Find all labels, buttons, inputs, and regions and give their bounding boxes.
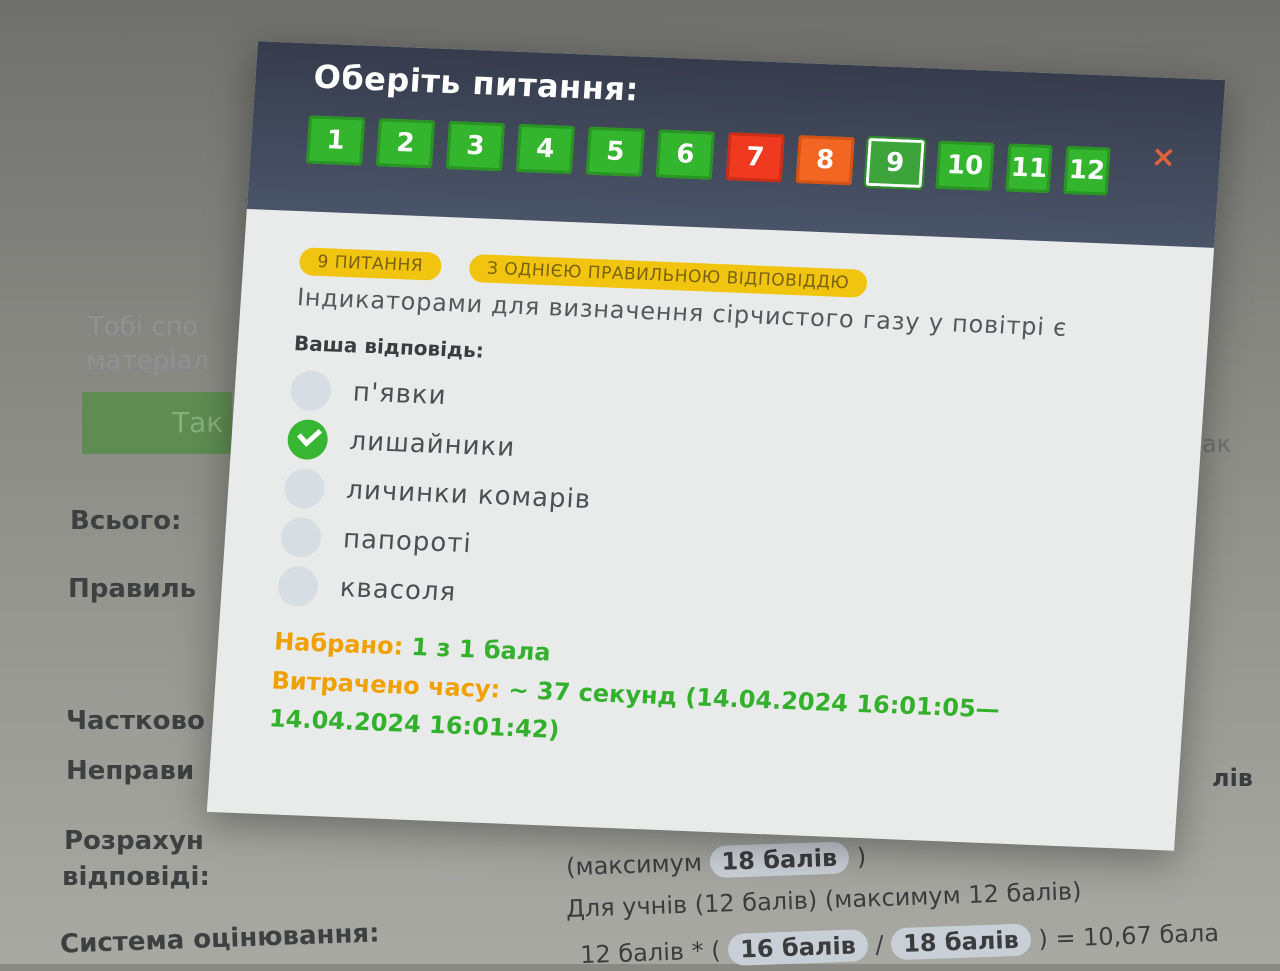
bg-total-label: Всього: xyxy=(70,506,182,536)
answer-option-text: п'явки xyxy=(351,376,448,411)
answer-option-text: личинки комарів xyxy=(345,474,593,515)
question-navigation: 1 2 3 4 5 6 7 8 9 10 11 12 xyxy=(305,115,1111,196)
radio-unchecked-icon xyxy=(279,516,323,558)
close-icon[interactable]: × xyxy=(1150,139,1177,175)
bg-formula-line: 12 балів * ( 16 балів / 18 балів ) = 10,… xyxy=(580,917,1220,971)
answer-options: п'явки лишайники личинки комарів папорот… xyxy=(276,365,1148,644)
question-button-4[interactable]: 4 xyxy=(515,123,575,174)
bg-right-fragment: лів xyxy=(1212,764,1253,792)
modal-title: Оберіть питання: xyxy=(312,57,641,109)
bg-calc-label: Розрахун xyxy=(64,826,204,856)
score-value: 1 з 1 бала xyxy=(410,632,552,667)
bg-calc-label-2: відповіді: xyxy=(62,862,210,892)
bg-right-fragment-2: ак xyxy=(1202,430,1232,458)
question-number-tag: 9 ПИТАННЯ xyxy=(298,247,442,281)
bg-faint-text-1: Тобі спо xyxy=(88,312,199,342)
modal-body: 9 ПИТАННЯ З ОДНІЄЮ ПРАВИЛЬНОЮ ВІДПОВІДДЮ… xyxy=(212,209,1214,774)
bg-faint-text-2: матеріал xyxy=(86,346,209,376)
bg-max-suffix: ) xyxy=(856,842,867,872)
bg-max-line: (максимум 18 балів ) xyxy=(566,841,867,883)
bg-max-prefix: (максимум xyxy=(565,848,703,882)
question-button-9[interactable]: 9 xyxy=(863,135,927,191)
radio-unchecked-icon xyxy=(289,369,333,411)
question-button-6[interactable]: 6 xyxy=(655,129,715,180)
bg-system-label: Система оцінювання: xyxy=(59,918,381,960)
bg-partial-label: Частково xyxy=(66,706,205,736)
answer-option-text: квасоля xyxy=(338,572,458,608)
answer-option-text: папороті xyxy=(342,523,473,559)
time-spent-value: ~ 37 секунд (14.04.2024 16:01:05— xyxy=(507,675,1001,724)
question-button-3[interactable]: 3 xyxy=(445,121,506,172)
checkmark-icon xyxy=(286,418,330,460)
bg-students-line: Для учнів (12 балів) (максимум 12 балів) xyxy=(565,877,1082,923)
radio-unchecked-icon xyxy=(283,467,326,509)
question-review-modal: Оберіть питання: × 1 2 3 4 5 6 7 8 9 10 … xyxy=(206,41,1226,851)
question-button-10[interactable]: 10 xyxy=(935,140,995,191)
question-button-2[interactable]: 2 xyxy=(375,118,436,169)
bg-formula-result: ) = 10,67 бала xyxy=(1037,918,1220,954)
answer-option-text: лишайники xyxy=(348,425,517,463)
bg-wrong-label: Неправи xyxy=(66,756,195,786)
question-button-5[interactable]: 5 xyxy=(585,126,645,177)
time-spent-value-end: 14.04.2024 16:01:42) xyxy=(268,704,561,744)
question-button-8[interactable]: 8 xyxy=(795,135,855,186)
bg-correct-label: Правиль xyxy=(68,574,197,604)
question-button-11[interactable]: 11 xyxy=(1005,143,1053,194)
bg-yes-button[interactable]: Так xyxy=(82,392,232,454)
bg-max-value-badge: 18 балів xyxy=(708,841,850,879)
bg-formula-a-badge: 16 балів xyxy=(727,929,869,966)
score-label: Набрано: xyxy=(273,627,405,661)
question-type-tag: З ОДНІЄЮ ПРАВИЛЬНОЮ ВІДПОВІДДЮ xyxy=(468,253,869,298)
time-spent-label: Витрачено часу: xyxy=(270,666,502,704)
question-button-7[interactable]: 7 xyxy=(725,132,785,183)
question-button-12[interactable]: 12 xyxy=(1063,145,1111,196)
bg-formula-separator: / xyxy=(874,930,885,959)
radio-unchecked-icon xyxy=(276,565,320,607)
question-button-1[interactable]: 1 xyxy=(305,115,366,166)
bg-formula-b-badge: 18 балів xyxy=(890,923,1032,961)
bg-formula-prefix: 12 балів * ( xyxy=(579,936,722,970)
